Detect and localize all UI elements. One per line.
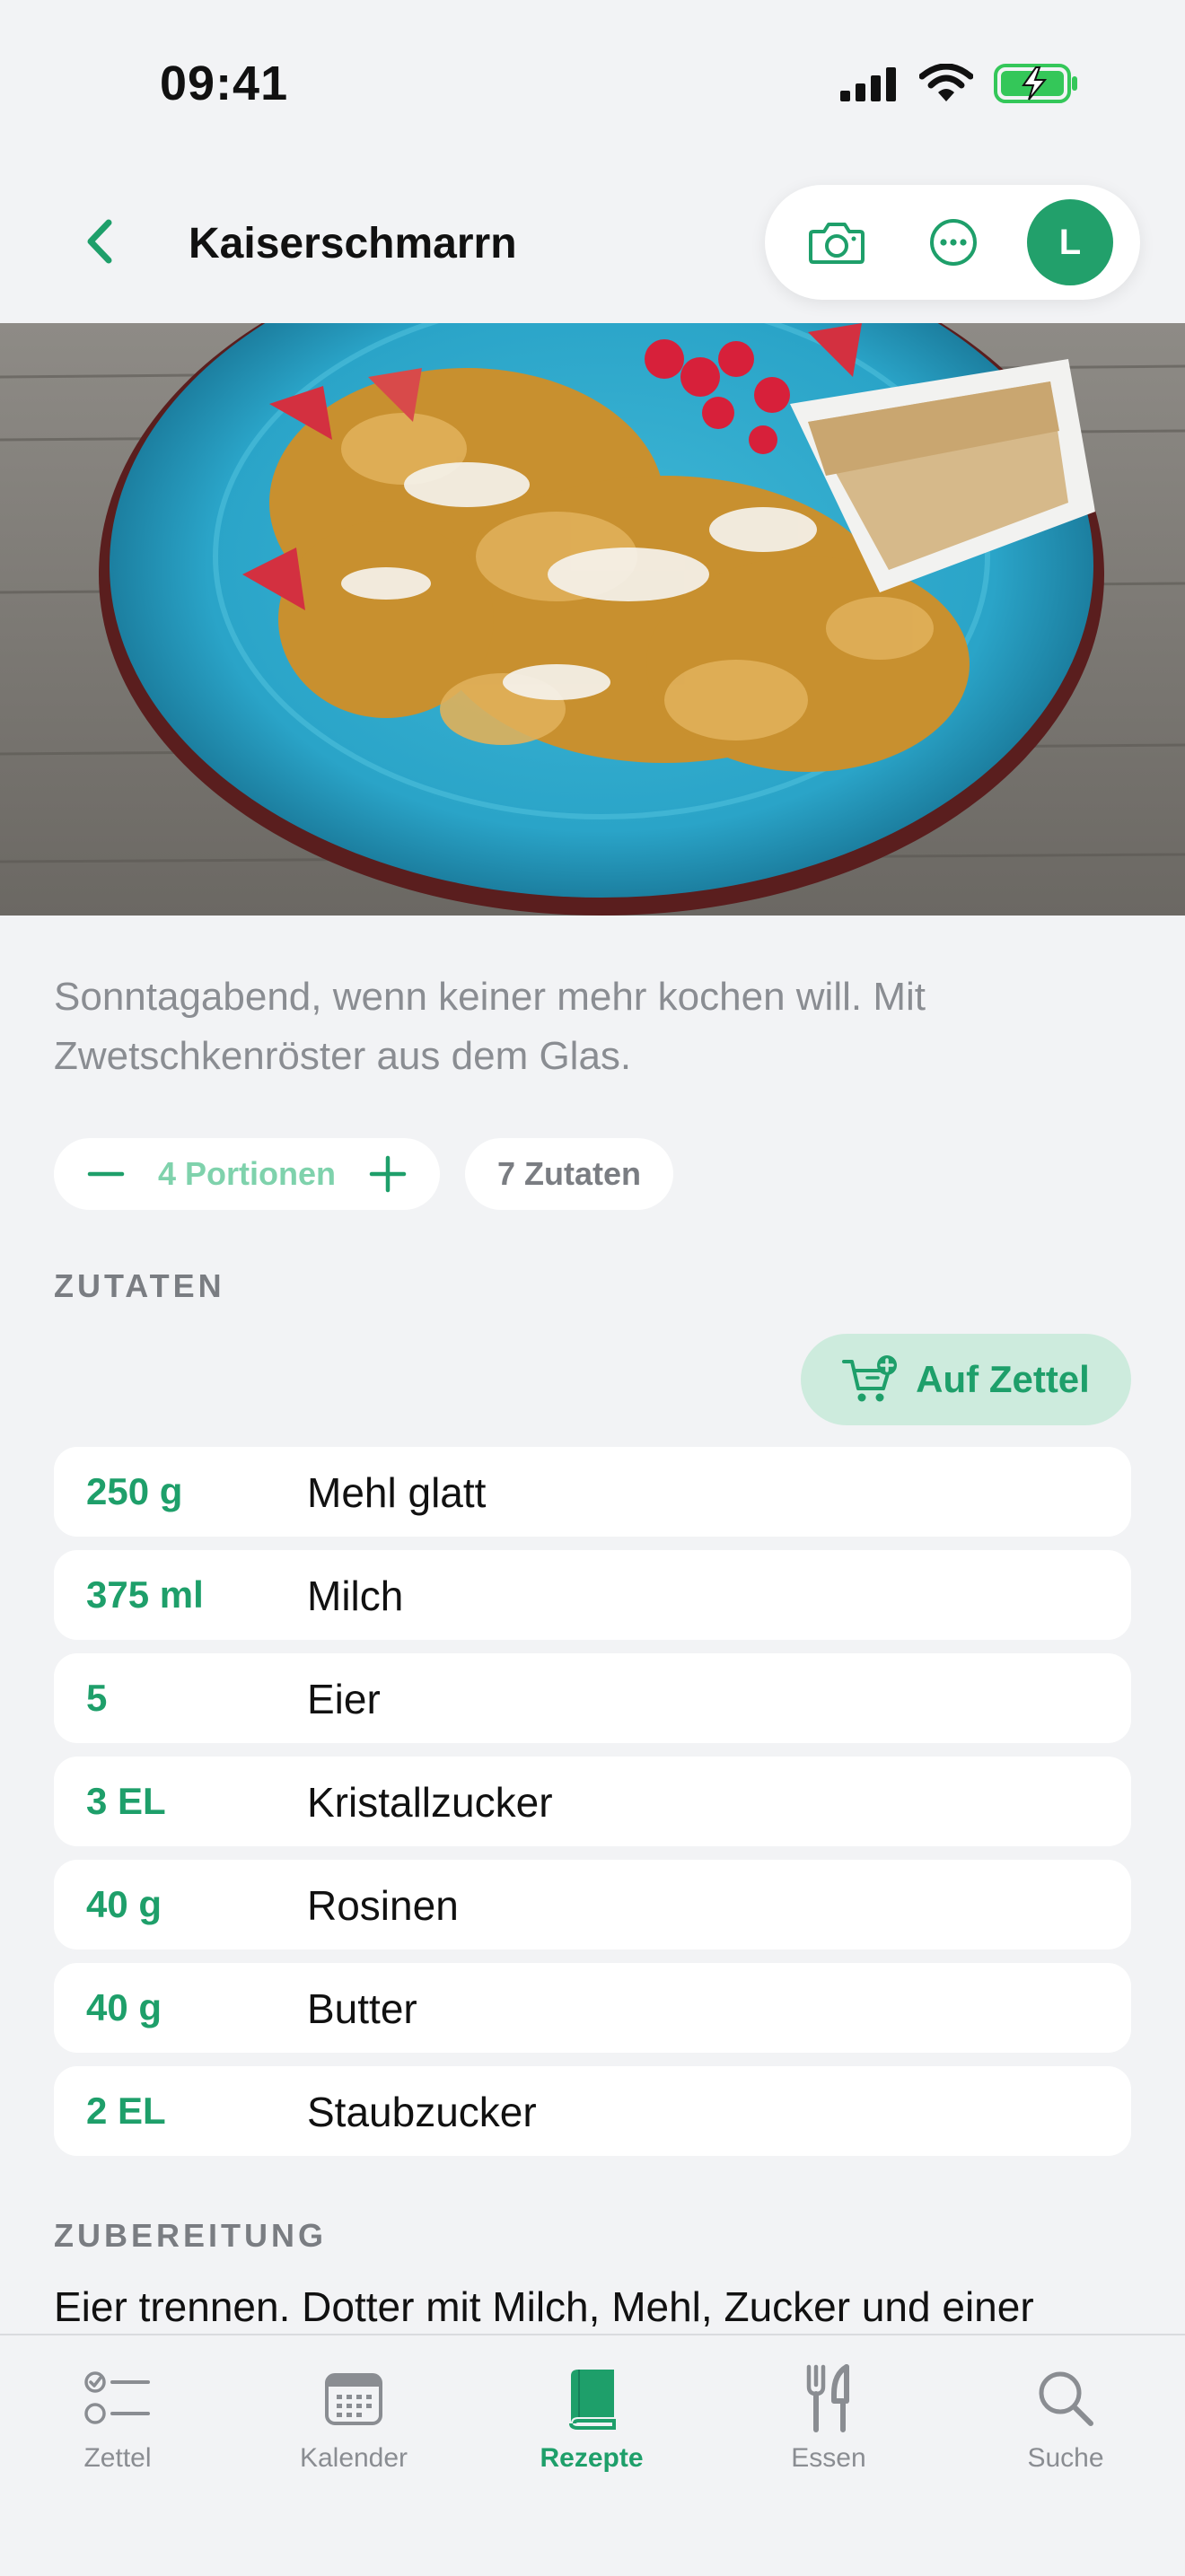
servings-stepper: 4 Portionen [54, 1138, 440, 1210]
ingredient-amount: 250 g [86, 1470, 183, 1512]
tab-label: Essen [791, 2443, 866, 2473]
tab-rezepte[interactable]: Rezepte [511, 2362, 672, 2474]
ingredient-name: Mehl glatt [307, 1469, 487, 1516]
tab-label: Suche [1027, 2443, 1104, 2473]
checklist-icon [84, 2371, 150, 2424]
status-time: 09:41 [160, 57, 289, 110]
preparation-text: Eier trennen. Dotter mit Milch, Mehl, Zu… [54, 2283, 1034, 2330]
recipe-description: Sonntagabend, wenn keiner mehr kochen wi… [54, 975, 926, 1078]
camera-button[interactable] [803, 208, 871, 276]
ingredient-row[interactable]: 40 g Butter [54, 1963, 1131, 2053]
cellular-signal-icon [840, 67, 896, 101]
tab-label: Zettel [83, 2443, 152, 2473]
increase-servings-button[interactable] [363, 1149, 413, 1199]
minus-icon [87, 1171, 125, 1177]
more-options-button[interactable] [919, 208, 988, 276]
page-title: Kaiserschmarrn [189, 220, 517, 267]
ingredient-amount: 40 g [86, 1883, 162, 1925]
search-icon [1039, 2371, 1093, 2426]
add-to-list-label: Auf Zettel [916, 1358, 1090, 1400]
ingredients-heading: ZUTATEN [54, 1267, 225, 1304]
ingredient-row[interactable]: 3 EL Kristallzucker [54, 1757, 1131, 1846]
ingredient-row[interactable]: 250 g Mehl glatt [54, 1447, 1131, 1537]
ingredient-row[interactable]: 2 EL Staubzucker [54, 2066, 1131, 2156]
recipe-chips: 4 Portionen 7 Zutaten [54, 1138, 674, 1210]
ingredient-name: Eier [307, 1676, 381, 1722]
book-icon [569, 2370, 616, 2430]
calendar-icon [325, 2373, 382, 2425]
ingredient-amount: 3 EL [86, 1780, 166, 1822]
tab-label: Kalender [299, 2443, 408, 2473]
ingredient-amount: 375 ml [86, 1573, 204, 1616]
cart-plus-icon [842, 1355, 898, 1402]
ingredient-list: 250 g Mehl glatt 375 ml Milch 5 Eier 3 E… [54, 1447, 1131, 2169]
ingredient-amount: 5 [86, 1677, 108, 1719]
ingredient-row[interactable]: 5 Eier [54, 1653, 1131, 1743]
ingredients-count-chip: 7 Zutaten [465, 1138, 674, 1210]
tab-suche[interactable]: Suche [985, 2362, 1146, 2474]
tab-bar: Zettel Kalender Rezepte Essen Suche [0, 2334, 1185, 2576]
ingredient-amount: 2 EL [86, 2090, 166, 2132]
fork-knife-icon [806, 2364, 849, 2432]
decrease-servings-button[interactable] [81, 1149, 131, 1199]
ingredient-name: Kristallzucker [307, 1779, 553, 1826]
back-button[interactable] [72, 210, 126, 273]
battery-charging-icon [994, 64, 1077, 103]
navigation-bar: Kaiserschmarrn L [0, 162, 1185, 323]
nav-action-group: L [765, 185, 1140, 300]
status-bar: 09:41 [0, 0, 1185, 162]
ingredient-name: Butter [307, 1985, 417, 2032]
camera-icon [809, 223, 865, 264]
plus-icon [369, 1155, 407, 1193]
tab-zettel[interactable]: Zettel [37, 2362, 198, 2474]
ingredient-row[interactable]: 375 ml Milch [54, 1550, 1131, 1640]
tab-label: Rezepte [540, 2443, 644, 2473]
preparation-heading: ZUBEREITUNG [54, 2217, 327, 2254]
wifi-icon [919, 64, 973, 101]
tab-kalender[interactable]: Kalender [273, 2362, 434, 2474]
ellipsis-circle-icon [930, 219, 977, 266]
tab-essen[interactable]: Essen [748, 2362, 909, 2474]
ingredient-amount: 40 g [86, 1986, 162, 2028]
recipe-photo [0, 323, 1185, 916]
ingredient-name: Staubzucker [307, 2089, 537, 2135]
avatar[interactable]: L [1027, 199, 1113, 285]
ingredient-name: Milch [307, 1573, 404, 1619]
add-to-list-button[interactable]: Auf Zettel [801, 1334, 1131, 1425]
ingredient-name: Rosinen [307, 1882, 459, 1929]
chevron-left-icon [87, 219, 112, 264]
ingredient-row[interactable]: 40 g Rosinen [54, 1860, 1131, 1950]
status-icons [838, 63, 1079, 104]
servings-label: 4 Portionen [157, 1155, 337, 1192]
